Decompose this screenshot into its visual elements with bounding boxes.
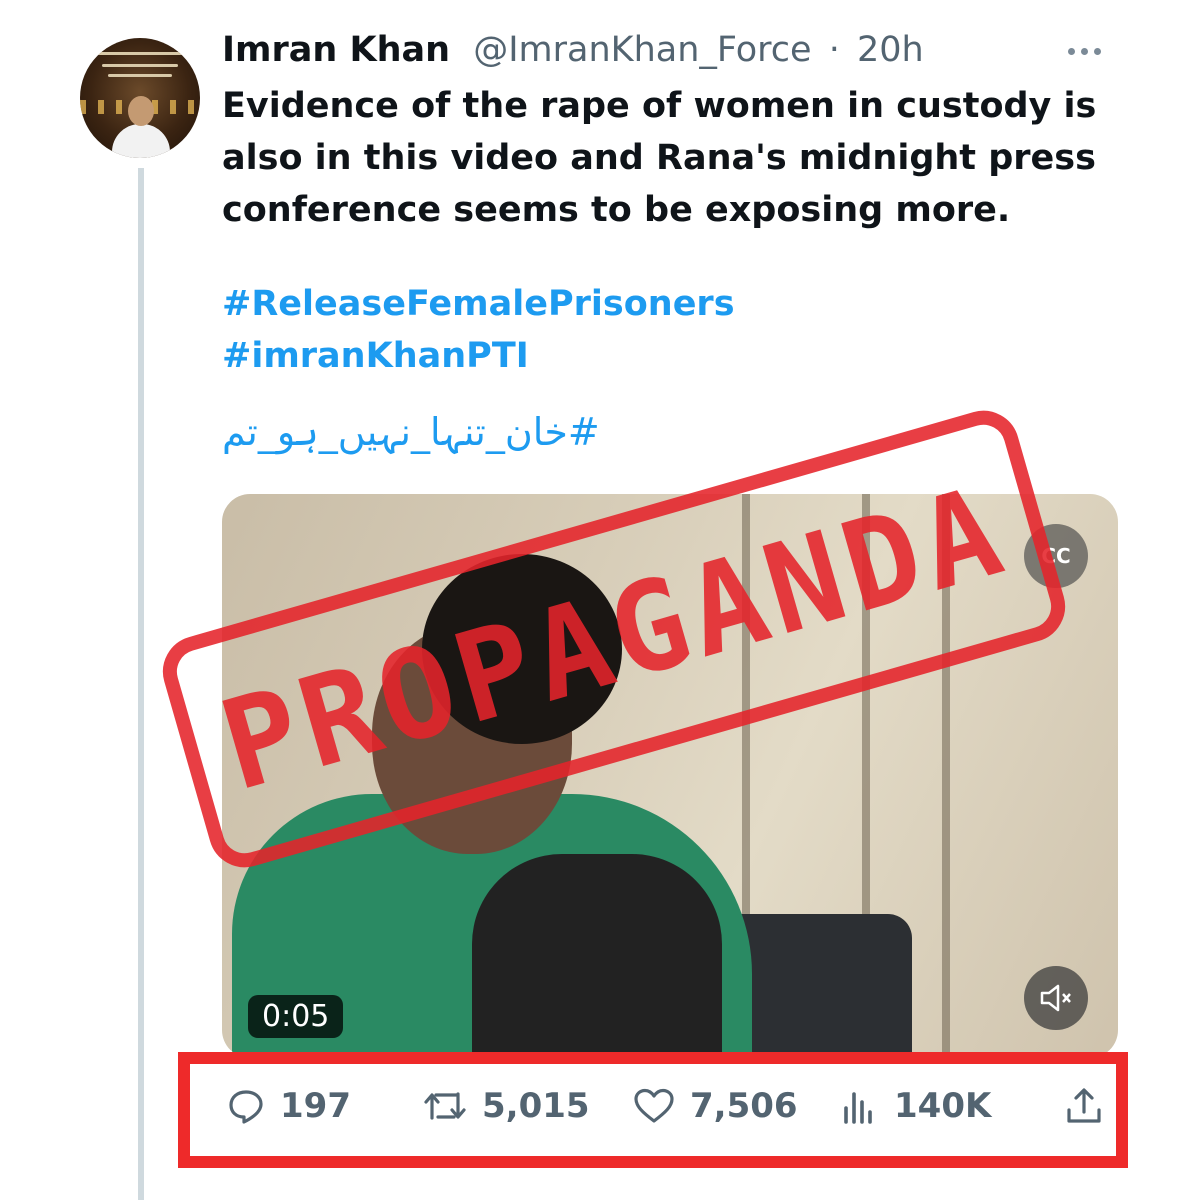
video-person-vest <box>472 854 722 1058</box>
like-button[interactable]: 7,506 <box>632 1086 798 1126</box>
tweet-time[interactable]: 20h <box>857 30 924 70</box>
reply-icon <box>229 1090 263 1124</box>
mute-icon[interactable] <box>1024 966 1088 1030</box>
retweet-icon <box>424 1092 466 1120</box>
reply-button[interactable]: 197 <box>226 1086 351 1126</box>
author-handle[interactable]: @ImranKhan_Force <box>473 30 811 70</box>
tweet-text: Evidence of the rape of women in custody… <box>222 86 1097 230</box>
hashtag-urdu[interactable]: #خان_تنہا_نہیں_ہو_تم <box>222 410 600 454</box>
share-button[interactable] <box>1064 1086 1118 1126</box>
views-button[interactable]: 140K <box>840 1086 991 1126</box>
reply-count: 197 <box>280 1086 351 1126</box>
video-duration: 0:05 <box>248 995 344 1038</box>
views-count: 140K <box>894 1086 992 1126</box>
views-icon <box>844 1092 872 1124</box>
retweet-button[interactable]: 5,015 <box>422 1086 590 1126</box>
like-count: 7,506 <box>690 1086 798 1126</box>
hashtag-imrankhanpti[interactable]: #imranKhanPTI <box>222 336 529 376</box>
more-icon[interactable] <box>1068 48 1101 55</box>
thread-line <box>138 168 144 1200</box>
avatar[interactable] <box>80 38 200 158</box>
hashtag-release-female-prisoners[interactable]: #ReleaseFemalePrisoners <box>222 284 735 324</box>
author-name[interactable]: Imran Khan <box>222 30 450 70</box>
header-separator: · <box>828 30 840 70</box>
tweet-header: Imran Khan @ImranKhan_Force · 20h <box>222 30 924 70</box>
retweet-count: 5,015 <box>482 1086 590 1126</box>
share-icon <box>1067 1088 1101 1123</box>
like-icon <box>634 1088 674 1123</box>
tweet-actions: 197 5,015 7,506 140K <box>222 1086 1118 1146</box>
